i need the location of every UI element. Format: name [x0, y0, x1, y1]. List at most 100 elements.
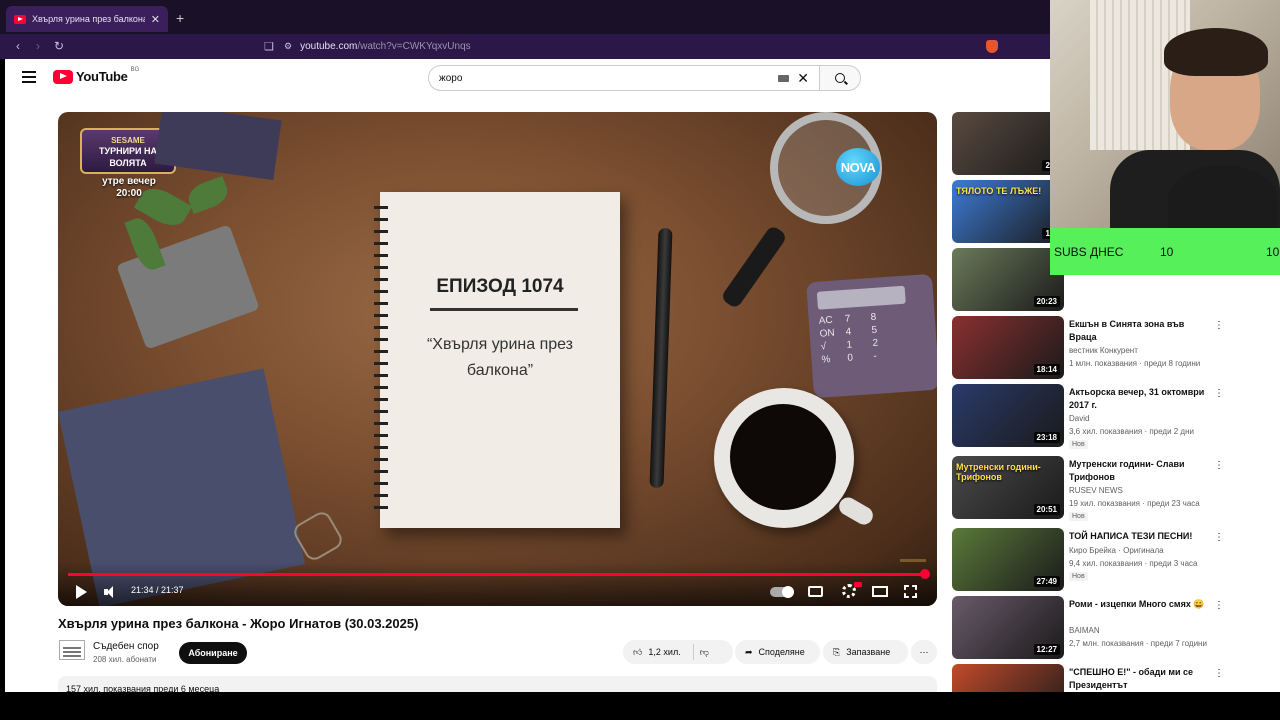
calculator-key: ON — [819, 327, 836, 340]
youtube-play-logo-icon — [53, 69, 73, 84]
more-actions-button[interactable]: ⋯ — [911, 640, 937, 664]
subscribe-button[interactable]: Абониране — [179, 642, 247, 664]
video-duration: 27:49 — [1033, 576, 1060, 587]
video-title-link[interactable]: ТОЙ НАПИСА ТЕЗИ ПЕСНИ! — [1069, 530, 1209, 543]
volume-icon[interactable] — [104, 586, 116, 598]
share-label: Споделяне — [758, 647, 805, 657]
keyboard-icon[interactable] — [778, 74, 790, 82]
url-field[interactable]: ⚙ youtube.com/watch?v=CWKYqxvUnqs — [284, 38, 974, 55]
brave-shield-icon[interactable] — [986, 40, 998, 53]
more-options-icon[interactable]: ⋮ — [1214, 388, 1224, 399]
url-host: youtube.com — [300, 41, 358, 52]
dislike-icon[interactable]: 👎︎ — [700, 647, 709, 658]
youtube-favicon-icon — [14, 14, 26, 24]
channel-name[interactable]: BAIMAN — [1069, 626, 1100, 635]
channel-avatar[interactable] — [59, 640, 85, 660]
more-options-icon[interactable]: ⋮ — [1214, 460, 1224, 471]
like-count[interactable]: 1,2 хил. — [648, 647, 680, 657]
channel-name[interactable]: RUSEV NEWS — [1069, 486, 1123, 495]
bookmark-icon[interactable]: ❏ — [264, 40, 274, 53]
theater-mode-icon[interactable] — [872, 586, 888, 597]
episode-subtitle: “Хвърля урина през балкона” — [426, 336, 574, 379]
play-icon[interactable] — [76, 585, 87, 599]
calculator-key: 1 — [846, 339, 853, 351]
recommendation-item[interactable]: "СПЕШНО Е!" - обади ми се Президентът ⋮ — [952, 664, 1232, 692]
recommendation-item[interactable]: 12:27 Роми - изцепки Много смях 😀 BAIMAN 2,… — [952, 596, 1232, 660]
video-thumbnail[interactable]: Мутренски години- Трифонов 20:51 — [952, 456, 1064, 519]
video-thumbnail[interactable] — [952, 664, 1064, 692]
video-player[interactable]: SESAME ТУРНИРИ НА ВОЛЯТА утре вечер 20:00 … — [58, 112, 937, 606]
search-input[interactable]: жоро ✕ — [428, 65, 820, 91]
screen: { "browser": { "tab_title": "Хвърля урин… — [0, 0, 1280, 720]
calculator-key: 8 — [870, 311, 877, 324]
channel-subscribers: 208 хил. абонати — [93, 655, 157, 664]
promo-brand: SESAME — [111, 136, 145, 145]
autoplay-toggle[interactable] — [770, 586, 794, 598]
new-badge: Нов — [1069, 512, 1088, 521]
channel-name[interactable]: вестник Конкурент — [1069, 346, 1138, 355]
video-title-link[interactable]: Актьорска вечер, 31 октомври 2017 г. — [1069, 386, 1209, 411]
calculator-key: 0 — [847, 352, 854, 364]
video-thumbnail[interactable]: 27:49 — [952, 528, 1064, 591]
thumbnail-text: Мутренски години- Трифонов — [956, 462, 1041, 482]
more-options-icon[interactable]: ⋮ — [1214, 600, 1224, 611]
calculator-key: 2 — [872, 337, 879, 350]
video-title-link[interactable]: Екшън в Синята зона във Враца — [1069, 318, 1209, 343]
video-title-link[interactable]: "СПЕШНО Е!" - обади ми се Президентът — [1069, 666, 1209, 691]
channel-name[interactable]: David — [1069, 414, 1089, 423]
description-box[interactable]: 157 хил. показвания преди 6 месеца — [58, 676, 937, 692]
progress-bar[interactable] — [68, 573, 926, 576]
recommendation-item[interactable]: 27:49 ТОЙ НАПИСА ТЕЗИ ПЕСНИ! Киро Брейка ·… — [952, 528, 1232, 592]
video-thumbnail[interactable]: 12:27 — [952, 596, 1064, 659]
fullscreen-icon[interactable] — [904, 585, 917, 598]
video-thumbnail[interactable]: 23:18 — [952, 384, 1064, 447]
recommendation-item[interactable]: 23:18 Актьорска вечер, 31 октомври 2017 г… — [952, 384, 1232, 449]
microphone-image — [1168, 165, 1278, 228]
forward-arrow-icon[interactable]: › — [36, 39, 40, 53]
calculator-key: 7 — [844, 313, 851, 325]
reload-icon[interactable]: ↻ — [54, 39, 64, 53]
more-options-icon[interactable]: ⋮ — [1214, 532, 1224, 543]
recommendation-item[interactable]: Мутренски години- Трифонов 20:51 Мутренски… — [952, 456, 1232, 521]
back-arrow-icon[interactable]: ‹ — [16, 39, 20, 53]
view-meta: 9,4 хил. показвания · преди 3 часа — [1069, 559, 1198, 568]
channel-name[interactable]: Киро Брейка · Оригинала — [1069, 546, 1164, 555]
calculator-image: AC 7 8 ON 4 5 √ 1 2% 0 - — [806, 273, 937, 399]
recommendation-item[interactable]: 18:14 Екшън в Синята зона във Враца вестни… — [952, 316, 1232, 380]
save-label: Запазване — [846, 647, 891, 657]
coffee-cup-image — [714, 388, 854, 528]
menu-icon[interactable] — [22, 71, 36, 83]
logo-wordmark: YouTube — [76, 69, 128, 84]
clear-search-icon[interactable]: ✕ — [797, 70, 809, 87]
site-settings-icon[interactable]: ⚙ — [284, 41, 292, 52]
search-button[interactable] — [819, 65, 861, 91]
like-icon[interactable]: 👍︎ — [633, 647, 642, 658]
video-thumbnail[interactable]: 20:23 — [952, 248, 1064, 311]
notebook-image: ЕПИЗОД 1074 “Хвърля урина през балкона” — [374, 192, 620, 528]
promo-when: утре вечер — [102, 176, 156, 187]
player-controls: 21:34 / 21:37 — [58, 562, 937, 606]
video-thumbnail[interactable]: ТЯЛОТО ТЕ ЛЪЖЕ!16: — [952, 180, 1064, 243]
progress-scrubber[interactable] — [920, 569, 931, 579]
new-tab-button[interactable]: + — [176, 10, 184, 26]
channel-name[interactable]: Съдебен спор — [93, 641, 159, 652]
promo-time: 20:00 — [116, 187, 142, 199]
subtitles-icon[interactable] — [808, 586, 823, 597]
save-button[interactable]: ⎘ Запазване — [823, 640, 908, 664]
video-title-link[interactable]: Роми - изцепки Много смях 😀 — [1069, 598, 1209, 611]
more-options-icon[interactable]: ⋮ — [1214, 320, 1224, 331]
browser-tab-bar: Хвърля урина през балкона - Ж ✕ + — [0, 0, 1050, 34]
browser-tab-active[interactable]: Хвърля урина през балкона - Ж ✕ — [6, 6, 168, 32]
tab-close-icon[interactable]: ✕ — [151, 13, 160, 26]
hd-badge-icon — [854, 582, 862, 587]
video-thumbnail[interactable]: 22: — [952, 112, 1064, 175]
search-icon — [835, 73, 845, 83]
video-title-link[interactable]: Мутренски години- Слави Трифонов — [1069, 458, 1209, 483]
share-button[interactable]: ➦ Споделяне — [735, 640, 820, 664]
more-options-icon[interactable]: ⋮ — [1214, 668, 1224, 679]
video-title: Хвърля урина през балкона - Жоро Игнатов… — [58, 616, 419, 631]
video-thumbnail[interactable]: 18:14 — [952, 316, 1064, 379]
calculator-key: - — [873, 350, 878, 363]
share-icon: ➦ — [745, 646, 753, 657]
youtube-logo[interactable]: YouTube BG — [53, 67, 139, 84]
